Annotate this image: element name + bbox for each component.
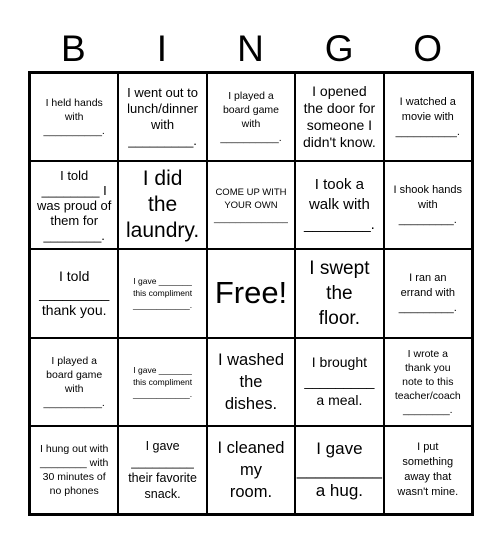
bingo-cell[interactable]: I played a board game with __________. xyxy=(30,337,119,426)
bingo-cell[interactable]: I cleaned my room. xyxy=(206,425,296,514)
header-letter-b: B xyxy=(60,28,86,69)
header-letter-o: O xyxy=(413,28,443,69)
bingo-cell[interactable]: I put something away that wasn't mine. xyxy=(383,425,472,514)
bingo-cell[interactable]: I did the laundry. xyxy=(118,161,207,250)
bingo-cell[interactable]: I gave _________ a hug. xyxy=(295,425,384,514)
bingo-cell[interactable]: I watched a movie with __________. xyxy=(383,73,472,162)
cell-text: I hung out with ________ with 30 minutes… xyxy=(40,442,109,497)
cell-text: I told ________ I was proud of them for … xyxy=(36,167,112,243)
cell-text: I gave _________ their favorite snack. xyxy=(128,438,197,501)
cell-text: I played a board game with __________. xyxy=(43,354,105,409)
bingo-cell[interactable]: I went out to lunch/dinner with ________… xyxy=(118,73,207,162)
bingo-cell[interactable]: I took a walk with ________. xyxy=(295,161,384,250)
bingo-cell[interactable]: COME UP WITH YOUR OWN ______________ xyxy=(206,161,296,250)
bingo-card: I held hands with __________. I went out… xyxy=(28,71,474,516)
cell-text: I gave _________ a hug. xyxy=(296,439,382,501)
header-letter-i: I xyxy=(156,28,168,69)
cell-text: I gave _______ this compliment _________… xyxy=(133,364,193,399)
cell-text: I put something away that wasn't mine. xyxy=(397,440,459,498)
bingo-cell[interactable]: I played a board game with __________. xyxy=(206,73,296,162)
bingo-cell[interactable]: I brought _________ a meal. xyxy=(295,337,384,426)
cell-text: I gave _______ this compliment _________… xyxy=(133,276,193,311)
cell-text: I washed the dishes. xyxy=(217,350,285,413)
bingo-cell[interactable]: I wrote a thank you note to this teacher… xyxy=(383,337,472,426)
bingo-cell[interactable]: I told _________ thank you. xyxy=(30,249,119,338)
cell-text: I brought _________ a meal. xyxy=(304,354,375,409)
header-letter-n: N xyxy=(237,28,264,69)
cell-text: I wrote a thank you note to this teacher… xyxy=(394,347,461,416)
bingo-cell[interactable]: I held hands with __________. xyxy=(30,73,119,162)
free-space-text: Free! xyxy=(214,275,288,311)
header-letter-g: G xyxy=(324,28,354,69)
cell-text: I ran an errand with _________. xyxy=(398,271,457,314)
bingo-cell[interactable]: I shook hands with _________. xyxy=(383,161,472,250)
bingo-cell[interactable]: I washed the dishes. xyxy=(206,337,296,426)
cell-text: I held hands with __________. xyxy=(43,97,105,138)
bingo-cell[interactable]: I gave _________ their favorite snack. xyxy=(118,425,207,514)
bingo-cell[interactable]: I swept the floor. xyxy=(295,249,384,338)
cell-text: I went out to lunch/dinner with ________… xyxy=(127,85,198,149)
cell-text: I cleaned my room. xyxy=(217,438,285,501)
bingo-header: B I N G O xyxy=(29,28,472,70)
cell-text: I swept the floor. xyxy=(309,257,370,329)
bingo-cell[interactable]: I ran an errand with _________. xyxy=(383,249,472,338)
bingo-cell[interactable]: I gave _______ this compliment _________… xyxy=(118,337,207,426)
cell-text: I shook hands with _________. xyxy=(393,183,463,226)
cell-text: I opened the door for someone I didn't k… xyxy=(303,83,376,151)
free-space[interactable]: Free! xyxy=(206,249,296,338)
cell-text: COME UP WITH YOUR OWN ______________ xyxy=(214,186,288,224)
bingo-cell[interactable]: I hung out with ________ with 30 minutes… xyxy=(30,425,119,514)
bingo-cell[interactable]: I gave _______ this compliment _________… xyxy=(118,249,207,338)
cell-text: I told _________ thank you. xyxy=(39,267,110,318)
bingo-cell[interactable]: I told ________ I was proud of them for … xyxy=(30,161,119,250)
cell-text: I watched a movie with __________. xyxy=(395,95,460,138)
cell-text: I took a walk with ________. xyxy=(303,176,375,234)
bingo-cell[interactable]: I opened the door for someone I didn't k… xyxy=(295,73,384,162)
cell-text: I did the laundry. xyxy=(126,167,200,243)
cell-text: I played a board game with __________. xyxy=(220,90,282,145)
